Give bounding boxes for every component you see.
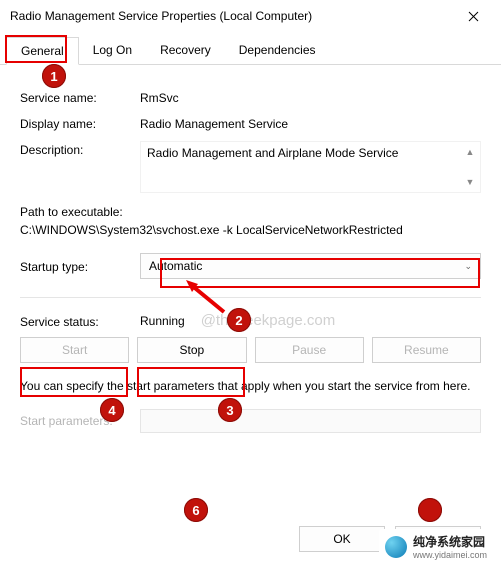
annotation-badge-6: 6: [184, 498, 208, 522]
label-path: Path to executable:: [20, 203, 481, 221]
tab-general[interactable]: General: [6, 37, 79, 65]
label-display-name: Display name:: [20, 115, 140, 131]
label-startup-type: Startup type:: [20, 258, 140, 274]
label-service-name: Service name:: [20, 89, 140, 105]
tab-logon[interactable]: Log On: [79, 37, 146, 65]
label-service-status: Service status:: [20, 313, 140, 329]
window-title: Radio Management Service Properties (Loc…: [10, 9, 453, 23]
description-box: Radio Management and Airplane Mode Servi…: [140, 141, 481, 193]
stop-button[interactable]: Stop: [137, 337, 246, 363]
start-parameters-input: [140, 409, 481, 433]
tab-recovery[interactable]: Recovery: [146, 37, 225, 65]
value-description: Radio Management and Airplane Mode Servi…: [147, 146, 398, 160]
value-service-status: Running: [140, 314, 185, 328]
watermark-title: 纯净系统家园: [413, 533, 487, 550]
resume-button: Resume: [372, 337, 481, 363]
chevron-down-icon: ⌄: [464, 261, 472, 272]
scroll-down-icon[interactable]: ▼: [462, 174, 478, 190]
tab-dependencies[interactable]: Dependencies: [225, 37, 330, 65]
value-path: C:\WINDOWS\System32\svchost.exe -k Local…: [20, 221, 481, 239]
label-start-parameters: Start parameters:: [20, 414, 140, 428]
watermark-text: @thegeekpage.com: [201, 312, 335, 329]
value-display-name: Radio Management Service: [140, 115, 481, 131]
bottom-watermark: 纯净系统家园 www.yidaimei.com: [379, 529, 493, 564]
start-button: Start: [20, 337, 129, 363]
ok-button[interactable]: OK: [299, 526, 385, 552]
scroll-up-icon[interactable]: ▲: [462, 144, 478, 160]
annotation-badge-5: [418, 498, 442, 522]
close-icon[interactable]: [453, 2, 493, 30]
value-startup-type: Automatic: [149, 259, 202, 273]
watermark-url: www.yidaimei.com: [413, 550, 487, 560]
note-text: You can specify the start parameters tha…: [20, 377, 481, 395]
label-description: Description:: [20, 141, 140, 157]
startup-type-select[interactable]: Automatic ⌄: [140, 253, 481, 279]
separator: [20, 297, 481, 298]
pause-button: Pause: [255, 337, 364, 363]
tab-bar: General Log On Recovery Dependencies: [0, 36, 501, 65]
value-service-name: RmSvc: [140, 89, 481, 105]
watermark-logo-icon: [385, 536, 407, 558]
